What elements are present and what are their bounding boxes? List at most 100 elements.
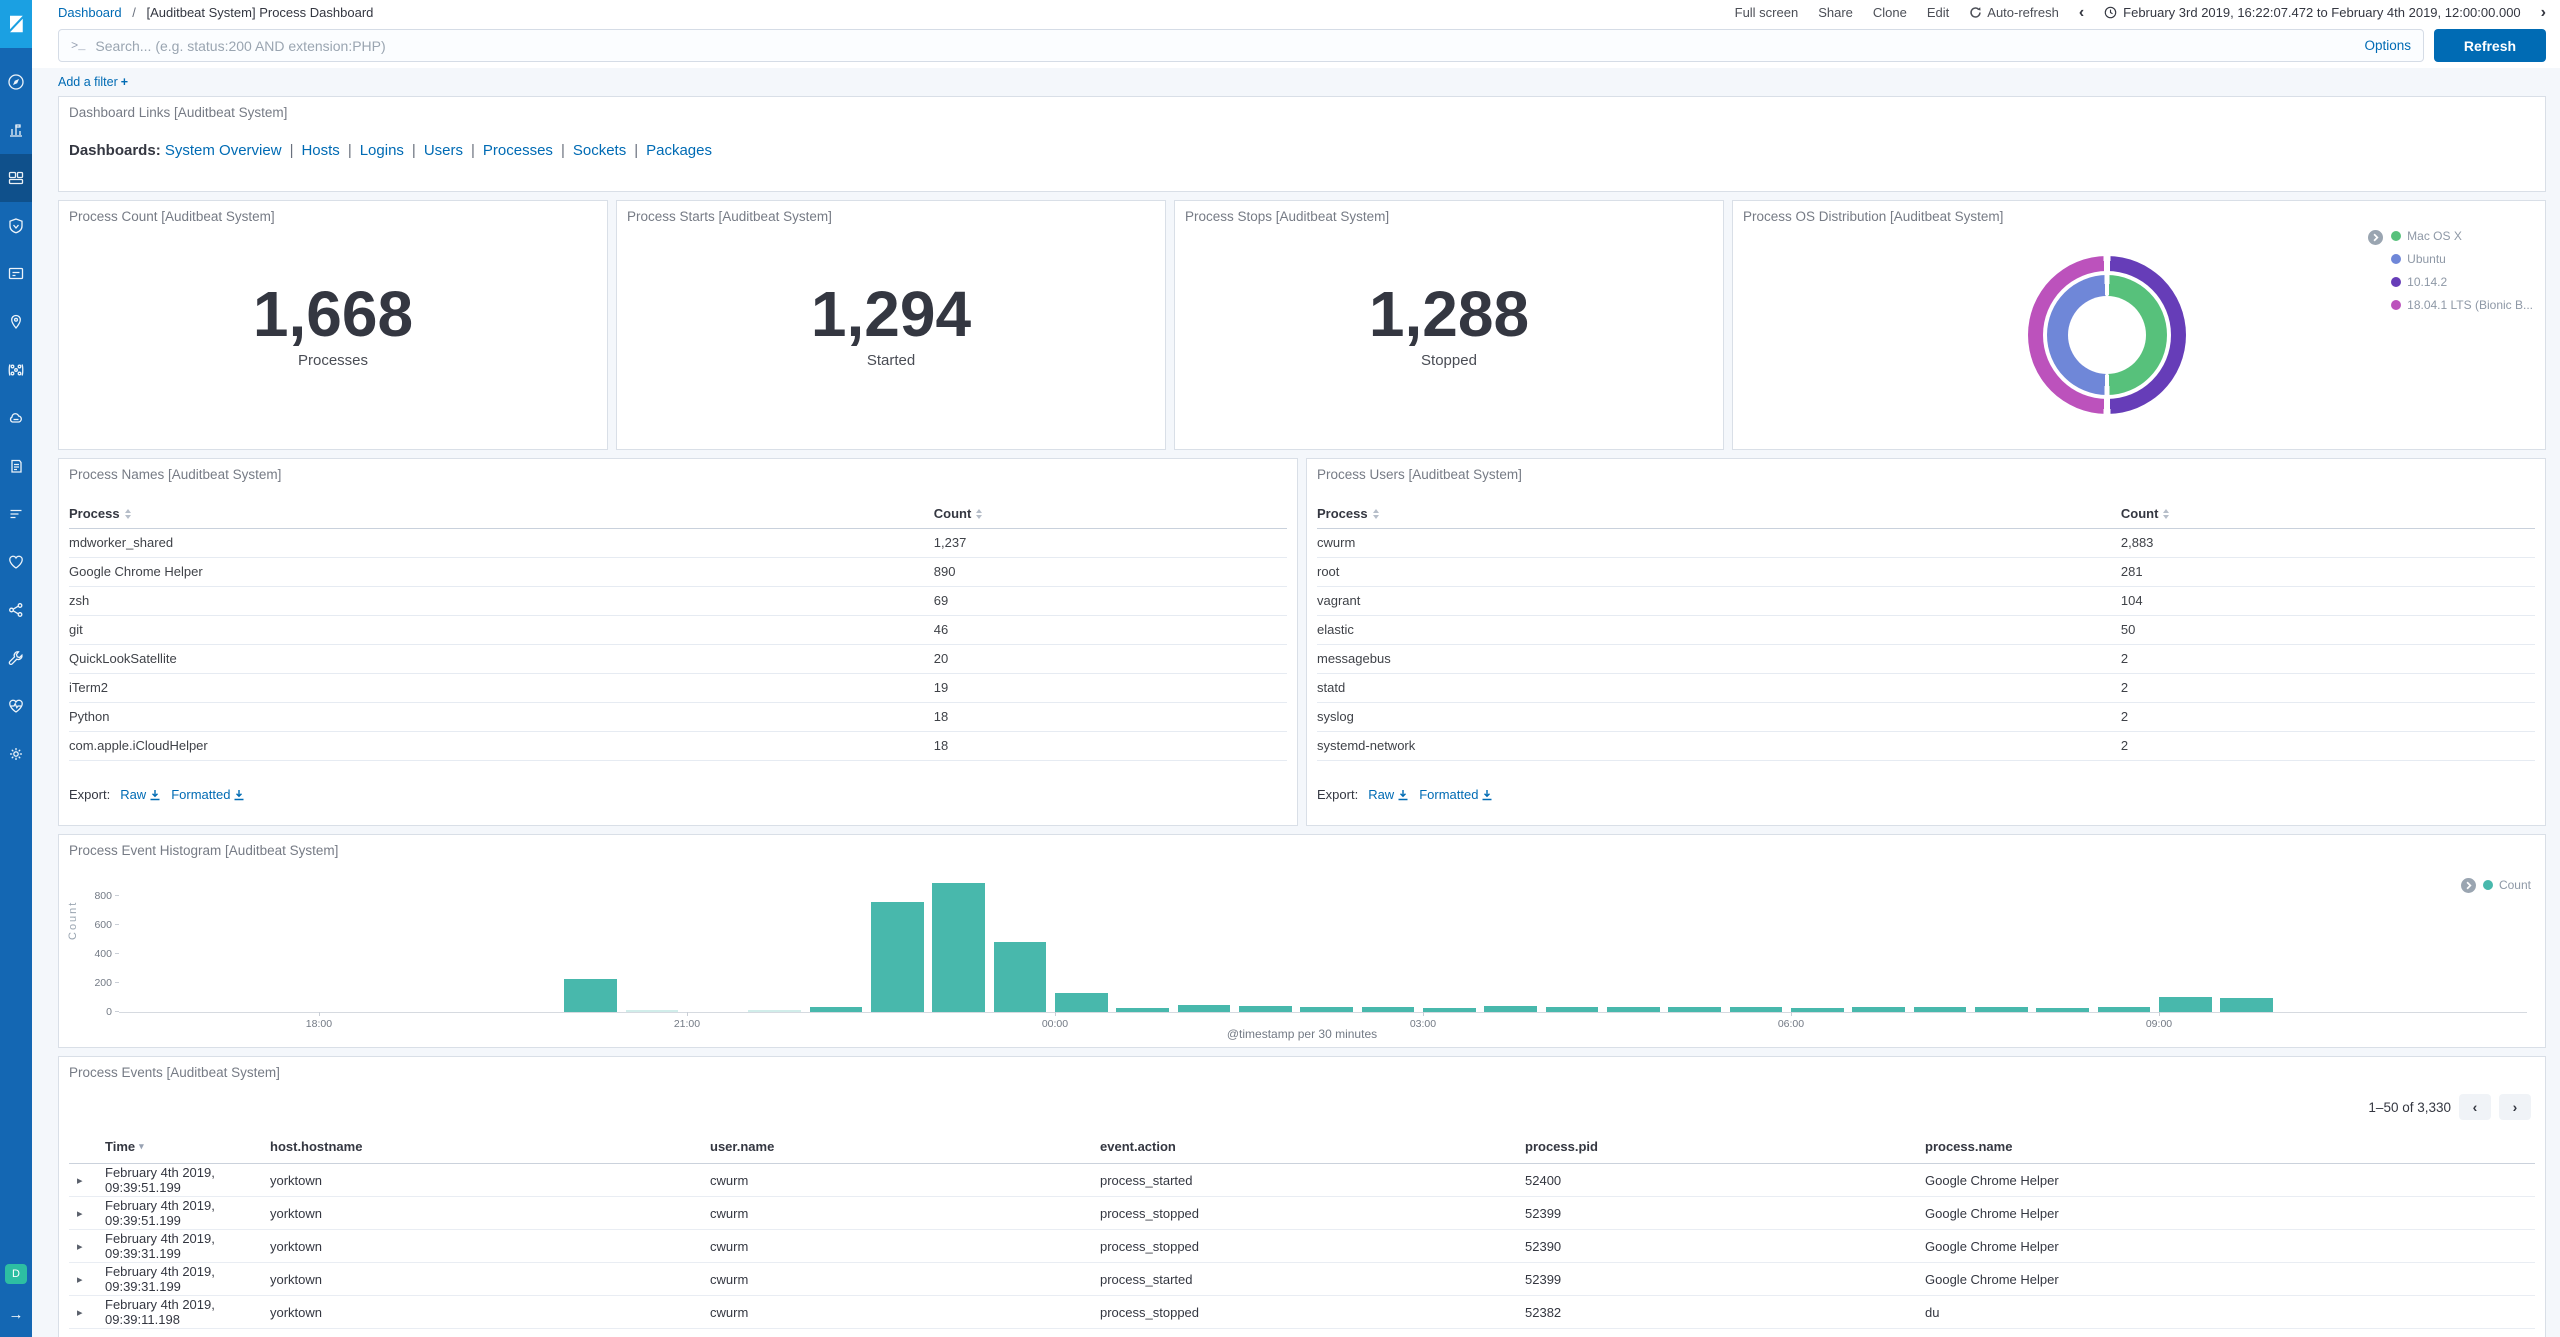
- histogram-bar[interactable]: [1177, 1005, 1231, 1012]
- histogram-bar[interactable]: [809, 1006, 863, 1012]
- add-filter-link[interactable]: Add a filter +: [58, 75, 128, 89]
- sidebar-item-logs[interactable]: [0, 442, 32, 490]
- export-formatted-link[interactable]: Formatted: [171, 787, 245, 802]
- column-header-time[interactable]: Time ▾: [105, 1139, 270, 1154]
- table-row[interactable]: elastic 50: [1317, 616, 2535, 645]
- table-row[interactable]: cwurm 2,883: [1317, 529, 2535, 558]
- full-screen-button[interactable]: Full screen: [1735, 5, 1799, 20]
- column-header-event-action[interactable]: event.action: [1100, 1139, 1525, 1154]
- time-forward-button[interactable]: ›: [2541, 4, 2546, 21]
- histogram-bar[interactable]: [1361, 1006, 1415, 1012]
- histogram-bar[interactable]: [1606, 1006, 1660, 1012]
- search-box[interactable]: >_ Options: [58, 29, 2424, 62]
- histogram-bar[interactable]: [1238, 1006, 1292, 1012]
- kibana-logo[interactable]: [0, 0, 32, 48]
- expand-row-icon[interactable]: ▸: [69, 1306, 105, 1319]
- donut-inner-ring[interactable]: [2046, 274, 2167, 395]
- histogram-bar[interactable]: [1484, 1005, 1538, 1012]
- dashboard-link-packages[interactable]: Packages: [646, 142, 712, 159]
- export-formatted-link[interactable]: Formatted: [1419, 787, 1493, 802]
- dashboard-link-processes[interactable]: Processes: [483, 142, 553, 159]
- column-header-process[interactable]: Process: [1317, 500, 2121, 528]
- legend-item[interactable]: 10.14.2: [2391, 275, 2533, 289]
- sidebar-item-infrastructure[interactable]: [0, 394, 32, 442]
- sidebar-item-apm[interactable]: [0, 490, 32, 538]
- table-row[interactable]: mdworker_shared 1,237: [69, 529, 1287, 558]
- table-row[interactable]: Python 18: [69, 703, 1287, 732]
- export-raw-link[interactable]: Raw: [1368, 787, 1409, 802]
- time-range-picker[interactable]: February 3rd 2019, 16:22:07.472 to Febru…: [2104, 5, 2521, 20]
- expand-row-icon[interactable]: ▸: [69, 1273, 105, 1286]
- event-row[interactable]: ▸ February 4th 2019, 09:39:31.199 yorktown…: [69, 1230, 2535, 1263]
- legend-collapse-icon[interactable]: [2368, 230, 2384, 245]
- sidebar-item-machine-learning[interactable]: [0, 346, 32, 394]
- expand-row-icon[interactable]: ▸: [69, 1240, 105, 1253]
- histogram-bar[interactable]: [932, 883, 986, 1012]
- histogram-bar[interactable]: [1116, 1007, 1170, 1012]
- histogram-bar[interactable]: [1668, 1007, 1722, 1012]
- histogram-bar[interactable]: [870, 902, 924, 1012]
- dashboard-link-logins[interactable]: Logins: [360, 142, 404, 159]
- sidebar-item-dashboard[interactable]: [0, 154, 32, 202]
- clone-button[interactable]: Clone: [1873, 5, 1907, 20]
- event-row[interactable]: ▸ February 4th 2019, 09:39:51.199 yorktown…: [69, 1164, 2535, 1197]
- sidebar-item-dev-tools[interactable]: [0, 634, 32, 682]
- histogram-bar[interactable]: [748, 1010, 802, 1012]
- sidebar-item-discover[interactable]: [0, 58, 32, 106]
- space-avatar[interactable]: D: [5, 1264, 27, 1284]
- histogram-bar[interactable]: [1422, 1007, 1476, 1012]
- table-row[interactable]: root 281: [1317, 558, 2535, 587]
- histogram-bar[interactable]: [1852, 1007, 1906, 1012]
- table-row[interactable]: Google Chrome Helper 890: [69, 558, 1287, 587]
- histogram-bar[interactable]: [993, 941, 1047, 1012]
- table-row[interactable]: systemd-network 2: [1317, 732, 2535, 761]
- dashboard-link-system-overview[interactable]: System Overview: [165, 142, 282, 159]
- table-row[interactable]: zsh 69: [69, 587, 1287, 616]
- search-input[interactable]: [95, 37, 2355, 54]
- column-header-count[interactable]: Count: [2121, 500, 2535, 528]
- column-header-count[interactable]: Count: [934, 500, 1287, 528]
- histogram-bar[interactable]: [1974, 1006, 2028, 1012]
- legend-item[interactable]: Mac OS X: [2391, 229, 2533, 243]
- table-row[interactable]: syslog 2: [1317, 703, 2535, 732]
- sidebar-item-uptime[interactable]: [0, 538, 32, 586]
- edit-button[interactable]: Edit: [1927, 5, 1949, 20]
- histogram-bar[interactable]: [1054, 993, 1108, 1012]
- next-page-button[interactable]: ›: [2499, 1094, 2531, 1120]
- table-row[interactable]: messagebus 2: [1317, 645, 2535, 674]
- table-row[interactable]: iTerm2 19: [69, 674, 1287, 703]
- share-button[interactable]: Share: [1818, 5, 1853, 20]
- table-row[interactable]: QuickLookSatellite 20: [69, 645, 1287, 674]
- os-donut-chart[interactable]: [2027, 255, 2186, 414]
- sidebar-item-maps[interactable]: [0, 298, 32, 346]
- histogram-bar[interactable]: [1545, 1007, 1599, 1012]
- table-row[interactable]: vagrant 104: [1317, 587, 2535, 616]
- histogram-bar[interactable]: [2220, 997, 2274, 1012]
- histogram-bar[interactable]: [2097, 1007, 2151, 1012]
- histogram-bar[interactable]: [1729, 1006, 1783, 1012]
- table-row[interactable]: git 46: [69, 616, 1287, 645]
- histogram-bar[interactable]: [1790, 1007, 1844, 1012]
- sidebar-item-visualize[interactable]: [0, 106, 32, 154]
- refresh-button[interactable]: Refresh: [2434, 29, 2546, 62]
- expand-row-icon[interactable]: ▸: [69, 1207, 105, 1220]
- dashboard-link-sockets[interactable]: Sockets: [573, 142, 626, 159]
- prev-page-button[interactable]: ‹: [2459, 1094, 2491, 1120]
- dashboard-link-users[interactable]: Users: [424, 142, 463, 159]
- auto-refresh-button[interactable]: Auto-refresh: [1969, 5, 2059, 20]
- sidebar-item-canvas[interactable]: [0, 250, 32, 298]
- time-back-button[interactable]: ‹: [2079, 4, 2084, 21]
- legend-collapse-icon[interactable]: [2460, 878, 2476, 893]
- legend-item[interactable]: Ubuntu: [2391, 252, 2533, 266]
- expand-nav-icon[interactable]: →: [9, 1306, 24, 1323]
- histogram-bar[interactable]: [1913, 1006, 1967, 1012]
- column-header-host-hostname[interactable]: host.hostname: [270, 1139, 710, 1154]
- event-row[interactable]: ▸ February 4th 2019, 09:39:51.199 yorktown…: [69, 1197, 2535, 1230]
- column-header-process-name[interactable]: process.name: [1925, 1139, 2535, 1154]
- legend-item[interactable]: Count: [2482, 878, 2531, 892]
- sidebar-item-timelion[interactable]: [0, 202, 32, 250]
- histogram-bar[interactable]: [1300, 1006, 1354, 1012]
- dashboard-link-hosts[interactable]: Hosts: [301, 142, 339, 159]
- event-row[interactable]: ▸ February 4th 2019, 09:39:31.199 yorktown…: [69, 1263, 2535, 1296]
- sidebar-item-graph[interactable]: [0, 586, 32, 634]
